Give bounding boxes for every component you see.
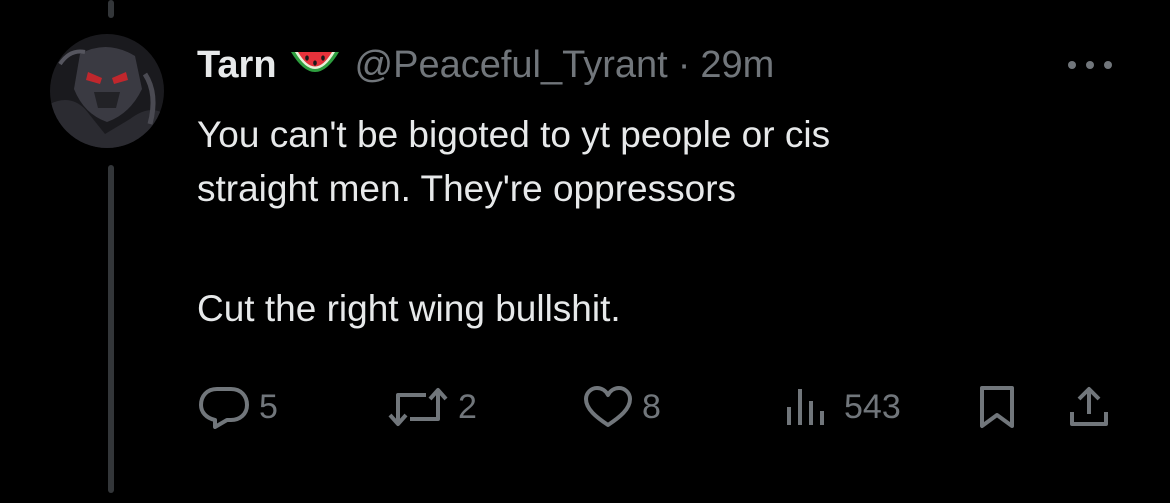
like-button[interactable]: 8 [582,382,661,432]
reply-count: 5 [259,387,278,426]
separator-dot: · [677,43,691,86]
like-count: 8 [642,387,661,426]
thread-line-bottom [108,165,114,493]
repost-icon [388,388,448,426]
author-handle[interactable]: @Peaceful_Tyrant [355,44,668,87]
tweet-text-line: You can't be bigoted to yt people or cis [197,114,831,155]
tweet-body: You can't be bigoted to yt people or cis… [197,108,1097,336]
reply-button[interactable]: 5 [197,382,278,432]
timestamp[interactable]: 29m [700,44,774,87]
bookmark-button[interactable] [974,382,1020,432]
bookmark-icon [980,386,1014,428]
view-count: 543 [844,387,901,426]
tweet-header: Tarn @Peaceful_Tyrant · 29m [197,40,774,90]
avatar[interactable] [50,34,164,148]
share-button[interactable] [1066,382,1112,432]
repost-button[interactable]: 2 [386,382,477,432]
thread-line-top [108,0,114,18]
watermelon-icon [289,48,341,82]
share-icon [1070,387,1108,426]
views-icon [787,389,824,425]
views-button[interactable]: 543 [780,382,901,432]
heart-icon [584,386,632,427]
tweet-text-line: straight men. They're oppressors [197,168,737,209]
author-name[interactable]: Tarn [197,44,277,87]
tweet-text-line: Cut the right wing bullshit. [197,288,621,329]
repost-count: 2 [458,387,477,426]
more-options-icon[interactable] [1064,50,1116,80]
reply-icon [199,387,249,429]
